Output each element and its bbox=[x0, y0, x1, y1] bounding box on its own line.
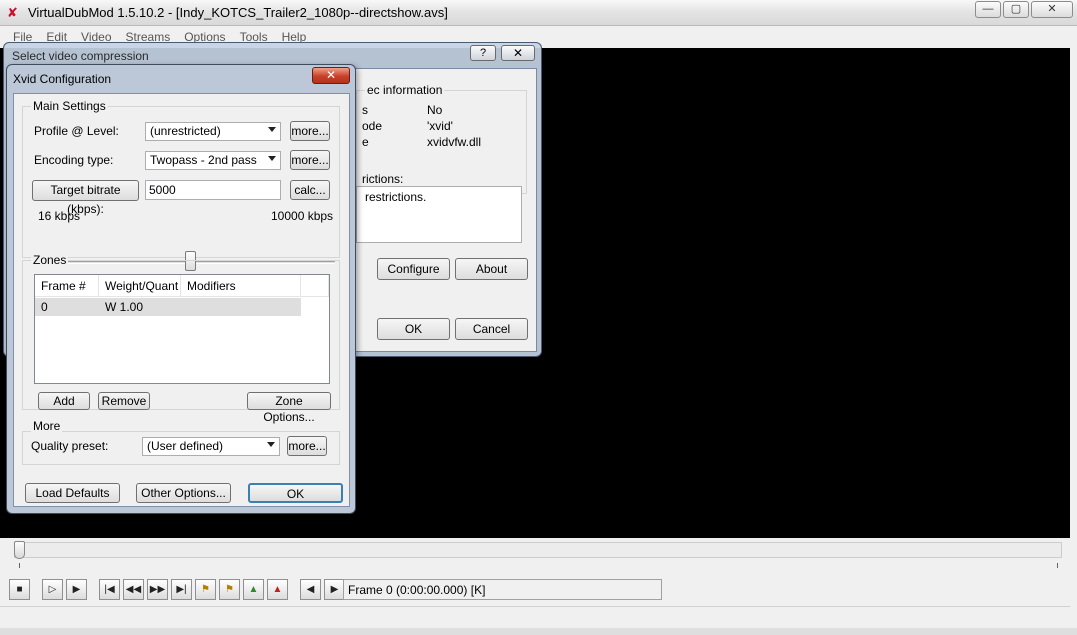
info-value: No bbox=[427, 103, 443, 117]
play-output-icon[interactable]: ▶ bbox=[66, 579, 87, 600]
column-header[interactable]: Modifiers bbox=[181, 275, 301, 297]
maximize-button[interactable]: ▢ bbox=[1003, 1, 1029, 18]
next-frame-icon[interactable]: ▶ bbox=[324, 579, 345, 600]
chevron-down-icon bbox=[268, 127, 276, 132]
taskbar-edge bbox=[0, 628, 1077, 635]
restrictions-label: rictions: bbox=[362, 172, 404, 186]
profile-label: Profile @ Level: bbox=[34, 124, 119, 138]
quality-preset-value: (User defined) bbox=[147, 439, 224, 453]
close-button[interactable]: ✕ bbox=[1031, 1, 1073, 18]
info-label: s bbox=[362, 103, 368, 117]
table-row[interactable]: 0 W 1.00 bbox=[35, 298, 301, 316]
start-icon[interactable]: |◀ bbox=[99, 579, 120, 600]
codec-info-legend: ec information bbox=[365, 83, 445, 97]
window-border bbox=[1070, 48, 1077, 635]
scene-next-icon[interactable]: ▲ bbox=[267, 579, 288, 600]
info-label: e bbox=[362, 135, 369, 149]
stop-icon[interactable]: ■ bbox=[9, 579, 30, 600]
playback-toolbar: ■ ▷ ▶ |◀ ◀◀ ▶▶ ▶| ⚑ ⚑ ▲ ▲ ◀ ▶ bbox=[9, 579, 348, 601]
mark-out-icon[interactable]: ⚑ bbox=[219, 579, 240, 600]
slider-max-label: 10000 kbps bbox=[271, 209, 334, 223]
encoding-more-button[interactable]: more... bbox=[290, 150, 330, 170]
prev-frame-icon[interactable]: ◀ bbox=[300, 579, 321, 600]
virtualdub-icon: ✘ bbox=[7, 5, 18, 20]
slider-min-label: 16 kbps bbox=[38, 209, 81, 223]
slider-tick bbox=[1057, 563, 1058, 568]
minimize-button[interactable]: — bbox=[975, 1, 1001, 18]
configure-button[interactable]: Configure bbox=[377, 258, 450, 280]
add-zone-button[interactable]: Add bbox=[38, 392, 90, 410]
next-key-icon[interactable]: ▶▶ bbox=[147, 579, 168, 600]
close-button[interactable]: ✕ bbox=[312, 67, 350, 84]
window-controls: — ▢ ✕ bbox=[975, 1, 1073, 18]
zone-weight-cell: W 1.00 bbox=[105, 300, 144, 314]
cancel-button[interactable]: Cancel bbox=[455, 318, 528, 340]
column-header[interactable]: Weight/Quant bbox=[99, 275, 181, 297]
bitrate-input[interactable]: 5000 bbox=[145, 180, 281, 200]
load-defaults-button[interactable]: Load Defaults bbox=[25, 483, 120, 503]
info-label: ode bbox=[362, 119, 383, 133]
quality-more-button[interactable]: more... bbox=[287, 436, 327, 456]
zone-options-button[interactable]: Zone Options... bbox=[247, 392, 331, 424]
zones-list[interactable]: Frame # Weight/Quant Modifiers 0 W 1.00 bbox=[34, 274, 330, 384]
dialog-body: Main Settings Profile @ Level: (unrestri… bbox=[13, 93, 350, 507]
status-bar bbox=[0, 606, 1070, 628]
info-value: xvidvfw.dll bbox=[427, 135, 482, 149]
mark-in-icon[interactable]: ⚑ bbox=[195, 579, 216, 600]
target-bitrate-button[interactable]: Target bitrate (kbps): bbox=[32, 180, 139, 216]
column-header[interactable]: Frame # bbox=[35, 275, 99, 297]
about-button[interactable]: About bbox=[455, 258, 528, 280]
help-button[interactable]: ? bbox=[470, 45, 496, 61]
prev-key-icon[interactable]: ◀◀ bbox=[123, 579, 144, 600]
chevron-down-icon bbox=[268, 156, 276, 161]
chevron-down-icon bbox=[267, 442, 275, 447]
main-settings-legend: Main Settings bbox=[31, 99, 108, 113]
zones-legend: Zones bbox=[31, 253, 69, 267]
column-header-filler bbox=[301, 275, 329, 297]
close-button[interactable]: ✕ bbox=[501, 45, 535, 61]
remove-zone-button[interactable]: Remove bbox=[98, 392, 150, 410]
encoding-type-select[interactable]: Twopass - 2nd pass bbox=[145, 151, 281, 170]
ok-button[interactable]: OK bbox=[248, 483, 343, 503]
profile-select[interactable]: (unrestricted) bbox=[145, 122, 281, 141]
play-input-icon[interactable]: ▷ bbox=[42, 579, 63, 600]
dialog-title: Xvid Configuration bbox=[13, 72, 112, 86]
title-bar[interactable]: ✘ VirtualDubMod 1.5.10.2 - [Indy_KOTCS_T… bbox=[0, 0, 1077, 26]
end-icon[interactable]: ▶| bbox=[171, 579, 192, 600]
quality-preset-select[interactable]: (User defined) bbox=[142, 437, 280, 456]
slider-tick bbox=[19, 563, 20, 568]
ok-button[interactable]: OK bbox=[377, 318, 450, 340]
frame-status: Frame 0 (0:00:00.000) [K] bbox=[343, 579, 662, 600]
position-slider-thumb[interactable] bbox=[14, 541, 25, 559]
encoding-type-label: Encoding type: bbox=[34, 153, 114, 167]
quality-preset-label: Quality preset: bbox=[31, 439, 109, 453]
dialog-title: Select video compression bbox=[12, 49, 149, 63]
more-legend: More bbox=[31, 419, 63, 433]
window-title: VirtualDubMod 1.5.10.2 - [Indy_KOTCS_Tra… bbox=[28, 5, 448, 20]
info-value: 'xvid' bbox=[427, 119, 453, 133]
restrictions-textbox[interactable]: restrictions. bbox=[356, 186, 522, 243]
xvid-configuration-dialog: Xvid Configuration ✕ Main Settings Profi… bbox=[6, 64, 356, 514]
scene-prev-icon[interactable]: ▲ bbox=[243, 579, 264, 600]
profile-more-button[interactable]: more... bbox=[290, 121, 330, 141]
position-slider-track[interactable] bbox=[14, 542, 1062, 558]
calc-button[interactable]: calc... bbox=[290, 180, 330, 200]
profile-value: (unrestricted) bbox=[150, 124, 221, 138]
encoding-type-value: Twopass - 2nd pass bbox=[150, 153, 257, 167]
zone-frame-cell: 0 bbox=[41, 300, 48, 314]
other-options-button[interactable]: Other Options... bbox=[136, 483, 231, 503]
